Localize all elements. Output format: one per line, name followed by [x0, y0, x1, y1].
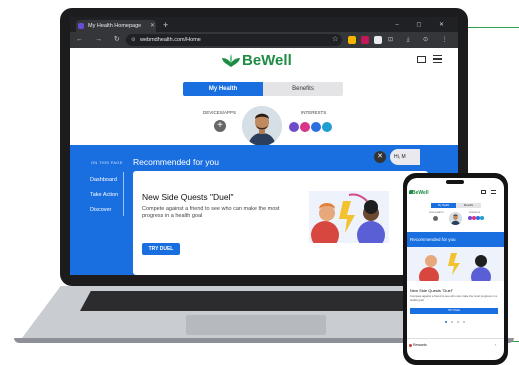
chat-bubble[interactable]: Hi, M — [390, 149, 420, 165]
phone-interests-label: INTERESTS — [469, 212, 481, 214]
tab-favicon-icon — [78, 23, 84, 29]
phone-brand-name[interactable]: BeWell — [412, 190, 429, 196]
brand-name: BeWell — [242, 52, 292, 69]
tab-close-icon[interactable]: ✕ — [150, 20, 155, 32]
address-bar[interactable]: ⚙ webmdhealth.com/Home — [126, 34, 342, 46]
accent-line-top — [468, 27, 519, 28]
tab-benefits[interactable]: Benefits — [263, 82, 343, 96]
tab-my-health[interactable]: My Health — [183, 82, 263, 96]
browser-tab[interactable]: My Health Homepage ✕ — [76, 20, 156, 32]
phone-screen: BeWell My Health Benefits DEVICES/APPS I… — [407, 178, 504, 360]
phone-card-title: New Side Quests "Duel" — [410, 288, 454, 293]
webpage: BeWell My Health Benefits DEVICES/APPS +… — [70, 48, 458, 275]
card-body: Compete against a friend to see who can … — [142, 206, 280, 219]
phone-menu-icon[interactable] — [491, 190, 496, 194]
health-tabs: My Health Benefits — [183, 82, 343, 96]
phone-tab-benefits[interactable]: Benefits — [456, 203, 481, 208]
extension-icon-3[interactable] — [374, 36, 382, 44]
phone-duel-illustration — [407, 247, 504, 281]
on-this-page-label: ON THIS PAGE — [91, 160, 123, 165]
try-duel-button[interactable]: TRY DUEL — [142, 243, 180, 255]
add-device-button[interactable]: + — [214, 120, 226, 132]
devices-label: DEVICES/APPS — [203, 110, 237, 115]
url-text: webmdhealth.com/Home — [140, 37, 201, 43]
phone-tab-my-health[interactable]: My Health — [431, 203, 456, 208]
card-title: New Side Quests "Duel" — [142, 192, 234, 202]
phone-rewards-caret-icon[interactable]: › — [495, 343, 496, 347]
phone: BeWell My Health Benefits DEVICES/APPS I… — [403, 173, 508, 365]
phone-card-body: Compete against a friend to see who can … — [410, 294, 497, 302]
phone-try-duel-button[interactable]: TRY DUEL — [410, 308, 498, 314]
phone-add-device-button[interactable] — [433, 216, 438, 221]
avatar[interactable] — [242, 106, 282, 146]
duel-illustration — [309, 191, 389, 243]
laptop-keyboard — [80, 291, 440, 311]
phone-interest-activity-icon[interactable] — [480, 216, 484, 220]
phone-profile-photo — [449, 212, 462, 225]
recommended-title: Recommended for you — [133, 157, 219, 167]
laptop-screen: My Health Homepage ✕ + – ◻ ✕ ← → ↻ ⌂ ⚙ w… — [70, 17, 458, 275]
side-quest-card: New Side Quests "Duel" Compete against a… — [133, 171, 428, 275]
phone-divider — [407, 338, 504, 339]
extension-icon-1[interactable] — [348, 36, 356, 44]
sidebar-item-take-action[interactable]: Take Action — [90, 192, 118, 198]
leaf-logo-icon — [222, 54, 240, 67]
new-tab-button[interactable]: + — [163, 19, 168, 31]
interests-label: INTERESTS — [301, 110, 327, 115]
hamburger-menu-icon[interactable] — [433, 55, 442, 63]
sidebar-item-discover[interactable]: Discover — [90, 207, 111, 213]
sidebar-divider — [123, 172, 124, 216]
interest-activity-icon[interactable] — [321, 121, 333, 133]
laptop-trackpad[interactable] — [186, 315, 326, 335]
phone-tabs: My Health Benefits — [431, 203, 481, 208]
bookmark-star-icon[interactable]: ☆ — [332, 34, 338, 46]
extension-icon-2[interactable] — [361, 36, 369, 44]
phone-carousel-dots[interactable] — [443, 321, 468, 323]
profile-photo — [242, 106, 282, 146]
phone-devices-label: DEVICES/APPS — [429, 212, 444, 214]
phone-mail-icon[interactable] — [481, 190, 486, 194]
browser-toolbar: ← → ↻ ⌂ ⚙ webmdhealth.com/Home ☆ ⊡ ⤓ ⊙ ⋮ — [70, 32, 458, 48]
site-info-icon[interactable]: ⚙ — [131, 34, 135, 46]
phone-notch — [446, 180, 464, 184]
sidebar-item-dashboard[interactable]: Dashboard — [90, 177, 117, 183]
tab-title: My Health Homepage — [88, 23, 142, 29]
close-button[interactable]: ✕ — [374, 151, 386, 163]
mail-icon[interactable] — [417, 56, 426, 63]
toolbar-icons[interactable]: ⊡ ⤓ ⊙ ⋮ — [388, 34, 454, 46]
phone-recommended-title: Recommended for you — [407, 232, 504, 247]
phone-rewards-icon — [409, 344, 412, 347]
browser-tab-strip: My Health Homepage ✕ + – ◻ ✕ — [70, 17, 458, 32]
window-controls[interactable]: – ◻ ✕ — [395, 19, 452, 31]
phone-avatar[interactable] — [449, 212, 462, 225]
phone-rewards-label[interactable]: Rewards — [413, 343, 427, 347]
